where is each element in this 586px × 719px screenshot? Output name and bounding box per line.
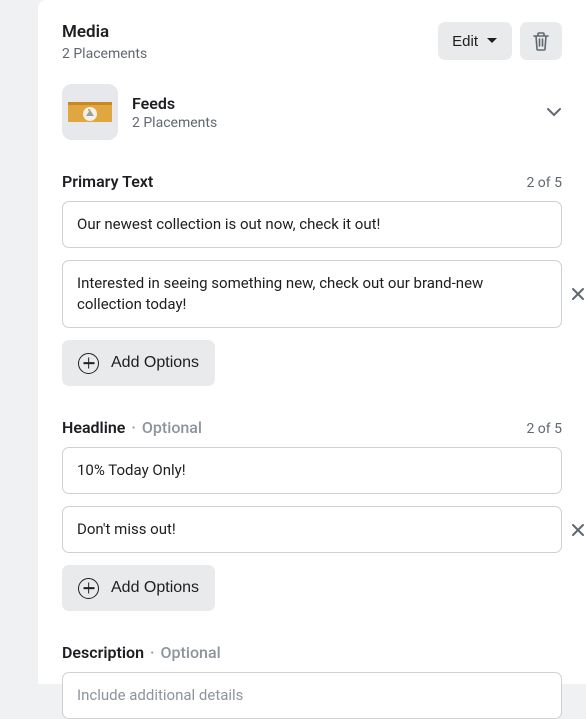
edit-button[interactable]: Edit [438, 22, 512, 60]
chevron-down-icon [546, 107, 562, 117]
media-title: Media [62, 22, 147, 42]
primary-text-label: Primary Text [62, 172, 153, 191]
description-section: Description · Optional Include additiona… [62, 643, 562, 719]
description-separator: · [146, 643, 158, 662]
feeds-subtitle: 2 Placements [132, 115, 217, 131]
primary-text-value-2: Interested in seeing something new, chec… [77, 274, 483, 313]
placement-feeds-row[interactable]: Feeds 2 Placements [62, 84, 562, 140]
add-primary-text-button[interactable]: Add Options [62, 340, 215, 386]
add-primary-text-label: Add Options [111, 354, 199, 372]
description-optional: Optional [161, 643, 221, 662]
caret-down-icon [486, 37, 498, 45]
headline-separator: · [127, 418, 139, 437]
primary-text-header: Primary Text 2 of 5 [62, 172, 562, 191]
description-label-wrap: Description · Optional [62, 643, 221, 662]
headline-header: Headline · Optional 2 of 5 [62, 418, 562, 437]
feeds-thumbnail [62, 84, 118, 140]
headline-value-2: Don't miss out! [77, 520, 176, 538]
headline-value-1: 10% Today Only! [77, 461, 186, 479]
headline-input-2[interactable]: Don't miss out! [62, 506, 562, 553]
plus-circle-icon [78, 353, 99, 374]
close-icon [571, 523, 585, 537]
ad-creative-panel: Media 2 Placements Edit [38, 0, 586, 684]
headline-row-2: Don't miss out! [62, 506, 562, 553]
edit-button-label: Edit [452, 33, 478, 50]
media-titles: Media 2 Placements [62, 22, 147, 62]
description-placeholder: Include additional details [77, 686, 243, 704]
delete-button[interactable] [520, 22, 562, 60]
headline-label: Headline [62, 418, 125, 437]
feeds-titles: Feeds 2 Placements [132, 94, 217, 131]
primary-text-value-1: Our newest collection is out now, check … [77, 215, 380, 233]
headline-optional: Optional [142, 418, 202, 437]
remove-headline-2-button[interactable] [568, 520, 586, 540]
description-input[interactable]: Include additional details [62, 672, 562, 719]
trash-icon [532, 31, 550, 51]
primary-text-input-1[interactable]: Our newest collection is out now, check … [62, 201, 562, 248]
remove-primary-text-2-button[interactable] [568, 284, 586, 304]
headline-input-1[interactable]: 10% Today Only! [62, 447, 562, 494]
primary-text-section: Primary Text 2 of 5 Our newest collectio… [62, 172, 562, 386]
primary-text-input-2[interactable]: Interested in seeing something new, chec… [62, 260, 562, 328]
media-header: Media 2 Placements Edit [62, 22, 562, 62]
close-icon [571, 287, 585, 301]
media-actions: Edit [438, 22, 562, 60]
headline-label-wrap: Headline · Optional [62, 418, 202, 437]
primary-text-row-2: Interested in seeing something new, chec… [62, 260, 562, 328]
description-header: Description · Optional [62, 643, 562, 662]
headline-counter: 2 of 5 [526, 421, 562, 437]
feeds-title: Feeds [132, 94, 217, 113]
description-label: Description [62, 643, 144, 662]
primary-text-counter: 2 of 5 [526, 175, 562, 191]
headline-section: Headline · Optional 2 of 5 10% Today Onl… [62, 418, 562, 611]
media-subtitle: 2 Placements [62, 46, 147, 62]
add-headline-button[interactable]: Add Options [62, 565, 215, 611]
feeds-thumbnail-image [62, 84, 118, 140]
add-headline-label: Add Options [111, 579, 199, 597]
plus-circle-icon [78, 578, 99, 599]
